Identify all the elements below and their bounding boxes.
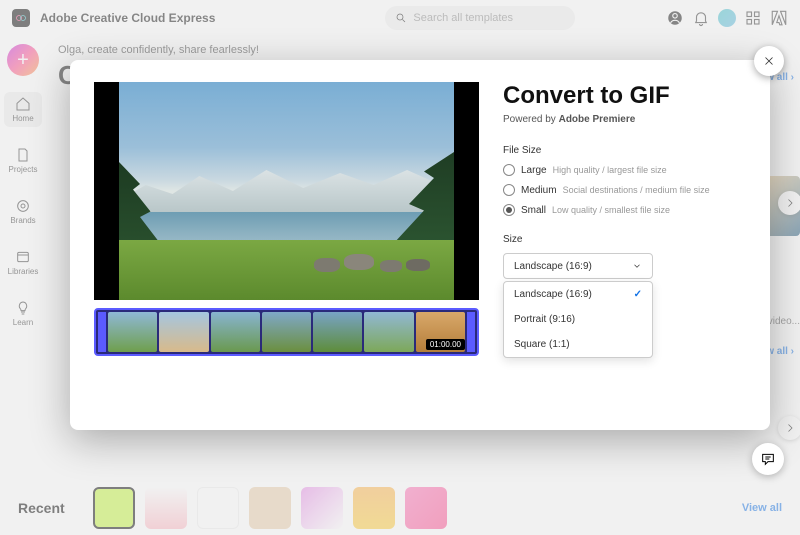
- adobe-logo-icon: [12, 9, 30, 27]
- sidebar-item-brands[interactable]: Brands: [4, 194, 42, 229]
- chevron-right-icon: [784, 197, 796, 209]
- bell-icon[interactable]: [692, 9, 710, 27]
- sidebar-item-libraries[interactable]: Libraries: [4, 245, 42, 280]
- size-select[interactable]: Landscape (16:9): [503, 253, 653, 279]
- lightbulb-icon: [15, 300, 31, 316]
- powered-by-text: Powered by Adobe Premiere: [503, 114, 746, 125]
- adobe-icon[interactable]: [770, 9, 788, 27]
- size-label: Size: [503, 234, 746, 245]
- sidebar-item-projects[interactable]: Projects: [4, 143, 42, 178]
- document-icon: [15, 147, 31, 163]
- timeline-frame[interactable]: [364, 312, 413, 352]
- chevron-down-icon: [632, 261, 642, 271]
- recent-thumb[interactable]: [145, 487, 187, 529]
- timeline-frame[interactable]: [211, 312, 260, 352]
- search-icon: [395, 12, 407, 24]
- video-preview: [94, 82, 479, 300]
- recent-thumb[interactable]: [353, 487, 395, 529]
- size-option-landscape[interactable]: Landscape (16:9) ✓: [504, 282, 652, 307]
- chevron-right-icon: [784, 422, 796, 434]
- home-icon: [15, 96, 31, 112]
- size-option-square[interactable]: Square (1:1): [504, 332, 652, 357]
- chat-fab[interactable]: [752, 443, 784, 475]
- avatar[interactable]: [718, 9, 736, 27]
- timeline-frame[interactable]: [159, 312, 208, 352]
- radio-option-small[interactable]: Small Low quality / smallest file size: [503, 204, 746, 216]
- convert-gif-modal: 01:00.00 Convert to GIF Powered by Adobe…: [70, 60, 770, 430]
- radio-option-large[interactable]: Large High quality / largest file size: [503, 164, 746, 176]
- timeline-frame[interactable]: [262, 312, 311, 352]
- sidebar-item-home[interactable]: Home: [4, 92, 42, 127]
- carousel-next-button[interactable]: [778, 416, 800, 440]
- radio-icon: [503, 204, 515, 216]
- trim-handle-right[interactable]: [467, 312, 475, 352]
- chat-icon: [760, 451, 776, 467]
- recent-thumb[interactable]: [301, 487, 343, 529]
- modal-title: Convert to GIF: [503, 82, 746, 110]
- recent-view-all-link[interactable]: View all: [742, 502, 782, 514]
- file-size-label: File Size: [503, 145, 746, 156]
- recent-thumb[interactable]: [249, 487, 291, 529]
- carousel-next-button[interactable]: [778, 191, 800, 215]
- apps-grid-icon[interactable]: [744, 9, 762, 27]
- radio-option-medium[interactable]: Medium Social destinations / medium file…: [503, 184, 746, 196]
- trim-handle-left[interactable]: [98, 312, 106, 352]
- timecode-label: 01:00.00: [426, 339, 465, 350]
- user-status-icon[interactable]: [666, 9, 684, 27]
- libraries-icon: [15, 249, 31, 265]
- timeline-frame[interactable]: [108, 312, 157, 352]
- brands-icon: [15, 198, 31, 214]
- search-placeholder: Search all templates: [413, 12, 513, 24]
- check-icon: ✓: [634, 289, 642, 300]
- size-option-portrait[interactable]: Portrait (9:16): [504, 307, 652, 332]
- create-fab[interactable]: +: [7, 44, 39, 76]
- search-input[interactable]: Search all templates: [385, 6, 575, 30]
- recent-thumb[interactable]: [197, 487, 239, 529]
- topbar: Adobe Creative Cloud Express Search all …: [0, 0, 800, 36]
- recent-heading: Recent: [18, 500, 65, 516]
- radio-icon: [503, 164, 515, 176]
- video-timeline[interactable]: 01:00.00: [94, 308, 479, 356]
- timeline-frame[interactable]: [313, 312, 362, 352]
- greeting-text: Olga, create confidently, share fearless…: [58, 44, 778, 56]
- close-button[interactable]: [754, 46, 784, 76]
- app-title: Adobe Creative Cloud Express: [40, 11, 215, 25]
- recent-thumb[interactable]: [93, 487, 135, 529]
- recent-thumb[interactable]: [405, 487, 447, 529]
- close-icon: [762, 54, 776, 68]
- recent-row: Recent View all: [0, 481, 800, 535]
- radio-icon: [503, 184, 515, 196]
- sidebar: + Home Projects Brands Libraries Learn: [0, 36, 46, 535]
- file-size-radio-group: Large High quality / largest file size M…: [503, 164, 746, 216]
- sidebar-item-learn[interactable]: Learn: [4, 296, 42, 331]
- size-dropdown: Landscape (16:9) ✓ Portrait (9:16) Squar…: [503, 281, 653, 358]
